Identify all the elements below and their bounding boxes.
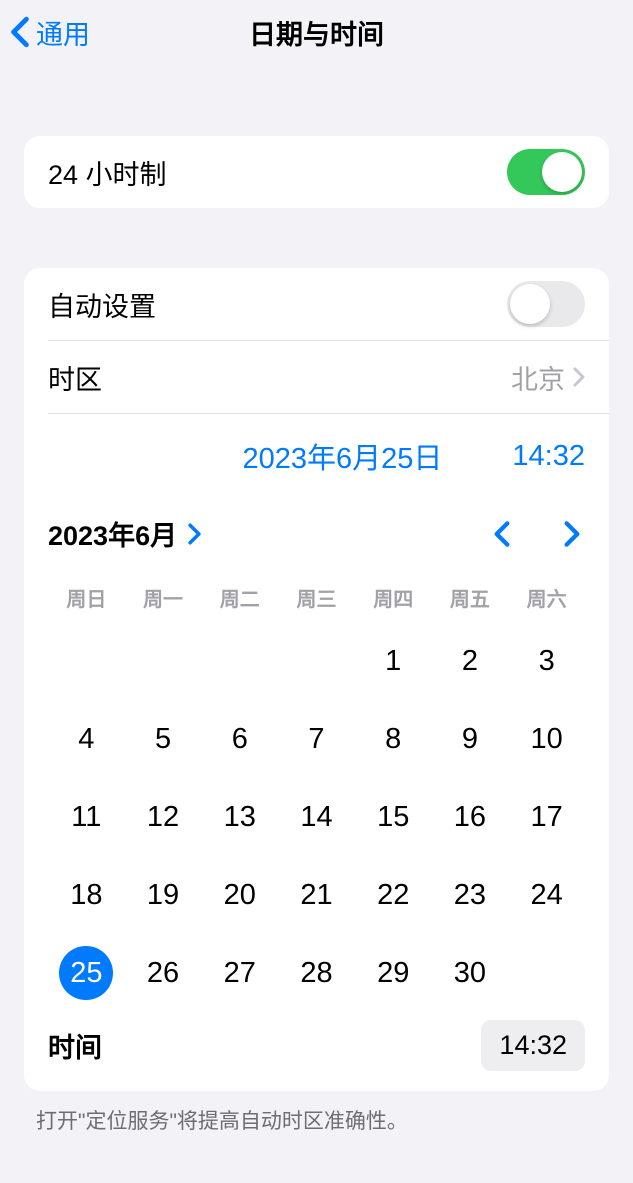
calendar-day[interactable]: 17	[508, 782, 585, 852]
chevron-left-icon	[10, 16, 30, 48]
calendar-next-button[interactable]	[559, 516, 585, 552]
calendar-empty-cell	[201, 626, 278, 696]
setting-label-24hour: 24 小时制	[48, 153, 167, 192]
toggle-24hour[interactable]	[507, 149, 585, 195]
calendar-day[interactable]: 13	[201, 782, 278, 852]
calendar-day[interactable]: 21	[278, 860, 355, 930]
back-button[interactable]: 通用	[10, 13, 90, 52]
calendar-day[interactable]: 28	[278, 938, 355, 1008]
calendar-prev-button[interactable]	[489, 516, 515, 552]
calendar-day[interactable]: 14	[278, 782, 355, 852]
calendar-day[interactable]: 26	[125, 938, 202, 1008]
chevron-left-icon	[494, 520, 510, 548]
calendar-day[interactable]: 29	[355, 938, 432, 1008]
setting-label-autoset: 自动设置	[48, 285, 156, 324]
chevron-right-icon	[564, 520, 580, 548]
setting-row-autoset: 自动设置	[24, 268, 609, 340]
setting-label-timezone: 时区	[48, 358, 102, 397]
calendar-day[interactable]: 1	[355, 626, 432, 696]
calendar-day[interactable]: 10	[508, 704, 585, 774]
setting-row-24hour: 24 小时制	[24, 136, 609, 208]
toggle-autoset[interactable]	[507, 281, 585, 327]
chevron-right-icon	[573, 367, 585, 387]
calendar-day[interactable]: 27	[201, 938, 278, 1008]
calendar-month-picker[interactable]: 2023年6月	[48, 514, 202, 553]
calendar-weekday: 周三	[278, 577, 355, 618]
calendar-day[interactable]: 15	[355, 782, 432, 852]
time-picker-label: 时间	[48, 1026, 102, 1065]
calendar-weekday: 周六	[508, 577, 585, 618]
page-title: 日期与时间	[0, 13, 633, 52]
calendar-day[interactable]: 6	[201, 704, 278, 774]
calendar-empty-cell	[48, 626, 125, 696]
setting-row-timezone[interactable]: 时区 北京	[24, 341, 609, 413]
calendar-day[interactable]: 18	[48, 860, 125, 930]
calendar-day[interactable]: 16	[432, 782, 509, 852]
back-label: 通用	[36, 13, 90, 52]
calendar-day[interactable]: 12	[125, 782, 202, 852]
calendar-day[interactable]: 19	[125, 860, 202, 930]
calendar-day[interactable]: 20	[201, 860, 278, 930]
calendar-weekday: 周五	[432, 577, 509, 618]
calendar-day[interactable]: 4	[48, 704, 125, 774]
calendar-weekday: 周四	[355, 577, 432, 618]
calendar-day[interactable]: 7	[278, 704, 355, 774]
calendar-day[interactable]: 23	[432, 860, 509, 930]
calendar-day[interactable]: 24	[508, 860, 585, 930]
footer-note: 打开"定位服务"将提高自动时区准确性。	[36, 1105, 597, 1135]
calendar-day[interactable]: 11	[48, 782, 125, 852]
chevron-right-icon	[187, 523, 202, 545]
calendar-day[interactable]: 8	[355, 704, 432, 774]
calendar-day[interactable]: 30	[432, 938, 509, 1008]
calendar-empty-cell	[278, 626, 355, 696]
calendar-weekday: 周二	[201, 577, 278, 618]
timezone-value: 北京	[511, 358, 565, 397]
selected-time-button[interactable]: 14:32	[512, 440, 585, 473]
calendar-weekday: 周一	[125, 577, 202, 618]
calendar-empty-cell	[125, 626, 202, 696]
calendar-day[interactable]: 5	[125, 704, 202, 774]
calendar-month-label: 2023年6月	[48, 514, 177, 553]
calendar-weekday: 周日	[48, 577, 125, 618]
calendar-day[interactable]: 9	[432, 704, 509, 774]
calendar-day[interactable]: 3	[508, 626, 585, 696]
calendar-day-selected[interactable]: 25	[48, 938, 125, 1008]
selected-date-button[interactable]: 2023年6月25日	[243, 435, 443, 477]
calendar-day[interactable]: 2	[432, 626, 509, 696]
time-picker-button[interactable]: 14:32	[481, 1020, 585, 1071]
calendar-day[interactable]: 22	[355, 860, 432, 930]
